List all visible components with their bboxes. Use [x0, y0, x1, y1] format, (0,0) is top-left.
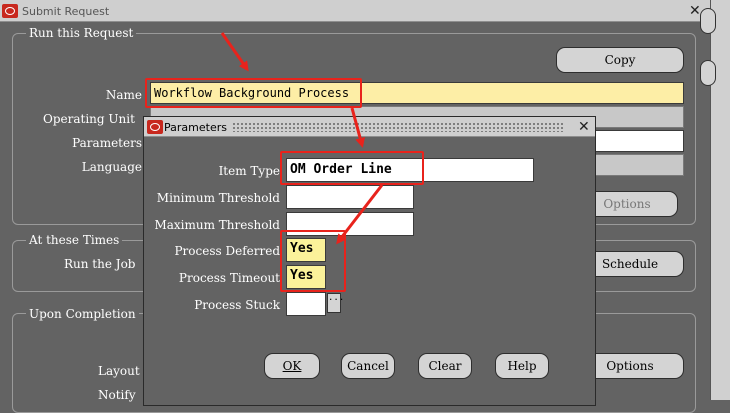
- copy-button[interactable]: Copy: [556, 47, 684, 73]
- title-grip: [232, 122, 564, 132]
- layout-label: Layout: [98, 364, 140, 378]
- parameters-titlebar[interactable]: Parameters ✕: [144, 117, 595, 137]
- completion-heading: Upon Completion: [26, 307, 139, 321]
- close-icon[interactable]: ✕: [689, 4, 701, 18]
- operating-unit-label: Operating Unit: [43, 112, 135, 126]
- clear-button[interactable]: Clear: [418, 353, 472, 379]
- edge-round-tab-1: [700, 8, 716, 34]
- max-threshold-label: Maximum Threshold: [154, 218, 280, 232]
- language-label: Language: [81, 160, 142, 174]
- ok-button[interactable]: OK: [264, 353, 320, 379]
- background-window-edge: [710, 0, 730, 400]
- process-stuck-field[interactable]: [286, 292, 326, 316]
- parameters-label: Parameters: [72, 136, 142, 150]
- oracle-logo-icon: [147, 120, 163, 134]
- lov-ellipsis-button[interactable]: ...: [327, 293, 344, 313]
- parameters-dialog: Parameters ✕ Item Type OM Order Line Min…: [143, 116, 596, 406]
- dialog-title: Parameters: [164, 121, 227, 134]
- oracle-logo-icon: [2, 4, 18, 18]
- process-stuck-label: Process Stuck: [194, 298, 280, 312]
- process-deferred-field[interactable]: Yes: [286, 238, 326, 262]
- cancel-button[interactable]: Cancel: [341, 353, 395, 379]
- process-timeout-field[interactable]: Yes: [286, 265, 326, 289]
- item-type-field[interactable]: OM Order Line: [286, 158, 534, 182]
- process-timeout-label: Process Timeout: [178, 271, 280, 285]
- window-title: Submit Request: [22, 5, 110, 18]
- run-job-label: Run the Job: [64, 257, 136, 271]
- close-icon[interactable]: ✕: [578, 120, 590, 134]
- min-threshold-field[interactable]: [286, 185, 414, 209]
- name-label: Name: [105, 88, 142, 102]
- edge-round-tab-2: [700, 60, 716, 86]
- times-heading: At these Times: [26, 233, 123, 247]
- run-request-heading: Run this Request: [26, 26, 137, 40]
- min-threshold-label: Minimum Threshold: [156, 191, 280, 205]
- item-type-label: Item Type: [218, 164, 280, 178]
- name-field[interactable]: Workflow Background Process: [150, 82, 684, 104]
- help-button[interactable]: Help: [495, 353, 549, 379]
- submit-request-titlebar[interactable]: Submit Request ✕: [0, 0, 710, 22]
- max-threshold-field[interactable]: [286, 212, 414, 236]
- process-deferred-label: Process Deferred: [174, 244, 280, 258]
